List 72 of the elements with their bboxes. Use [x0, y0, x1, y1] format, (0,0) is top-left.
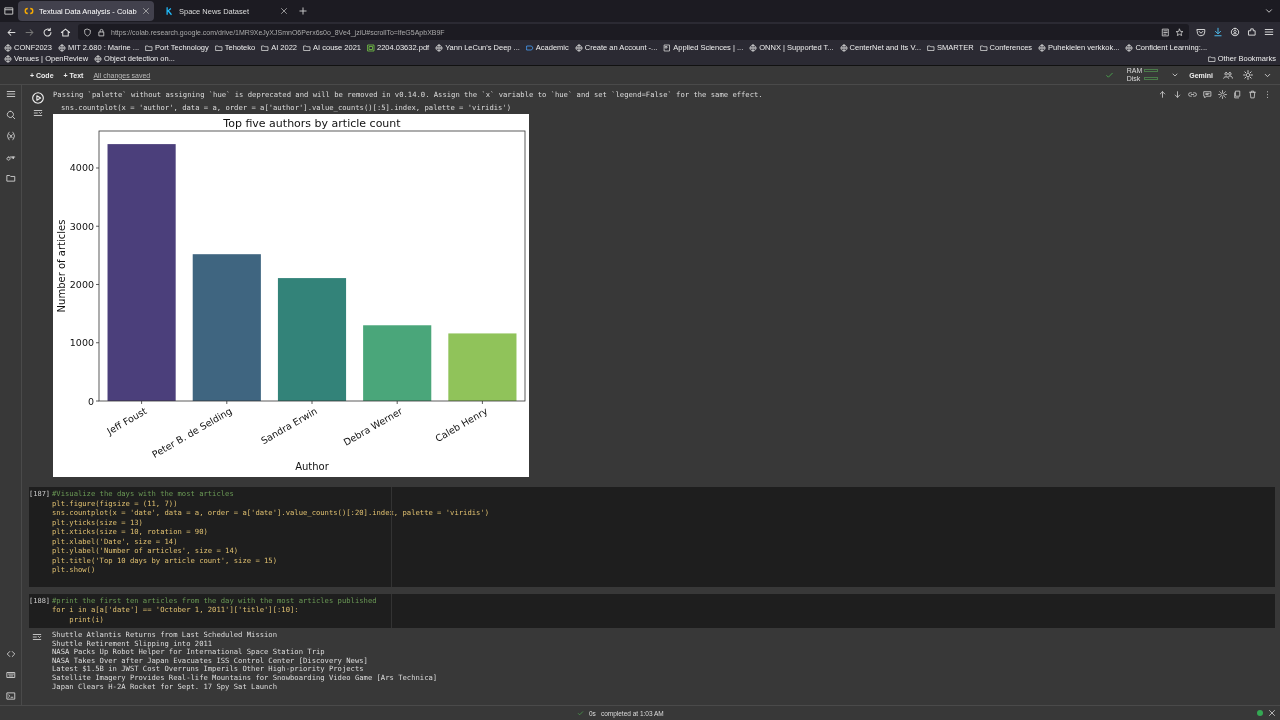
people-icon[interactable] — [1223, 70, 1233, 80]
folder-icon — [979, 44, 988, 52]
back-arrow-icon[interactable] — [6, 26, 17, 38]
home-icon[interactable] — [60, 26, 71, 38]
star-icon[interactable] — [1175, 27, 1184, 37]
y-tick-label: 0 — [87, 395, 94, 407]
folder-icon — [145, 44, 154, 52]
pocket-icon[interactable] — [1196, 27, 1206, 37]
kaggle-logo-icon — [164, 6, 174, 16]
search-icon[interactable] — [5, 110, 16, 120]
globe-icon — [4, 55, 12, 63]
folder-icon — [1207, 55, 1216, 63]
x-axis-label: Author — [295, 461, 329, 472]
tag-icon — [525, 44, 534, 52]
status-dot — [1257, 710, 1263, 716]
folder-icon — [214, 44, 223, 52]
output-toggle-icon[interactable] — [32, 108, 43, 118]
y-tick-label: 2000 — [69, 279, 94, 290]
download-icon[interactable] — [1213, 27, 1223, 37]
globe-icon — [4, 44, 12, 52]
document-icon — [367, 44, 375, 52]
up-arrow-icon[interactable] — [1158, 90, 1167, 99]
lock-icon — [97, 27, 106, 37]
terminal-icon[interactable] — [5, 691, 16, 701]
reader-icon[interactable] — [1161, 27, 1170, 37]
folder-icon[interactable] — [5, 173, 16, 183]
settings-icon[interactable] — [1218, 90, 1227, 99]
globe-icon — [94, 55, 103, 63]
comment-icon[interactable] — [1203, 90, 1212, 99]
chevron-down-icon[interactable] — [1264, 6, 1274, 16]
run-icon[interactable] — [31, 92, 44, 104]
globe-icon — [839, 44, 848, 52]
y-axis-label: Number of articles — [56, 219, 67, 313]
y-tick-label: 3000 — [69, 220, 94, 232]
code-icon[interactable] — [5, 649, 16, 659]
globe-icon — [1125, 44, 1134, 52]
globe-icon — [749, 44, 758, 52]
menu-icon[interactable] — [5, 89, 16, 99]
trash-icon[interactable] — [1248, 90, 1257, 99]
close-icon[interactable] — [141, 7, 150, 15]
copy-icon[interactable] — [1233, 90, 1242, 99]
page-icon — [663, 44, 672, 52]
code-cell[interactable] — [29, 487, 1275, 587]
down-arrow-icon[interactable] — [1173, 90, 1182, 99]
globe-icon — [1038, 44, 1047, 52]
settings-icon[interactable] — [1243, 70, 1253, 80]
folder-icon — [261, 44, 270, 52]
globe-icon — [435, 44, 444, 52]
reload-icon[interactable] — [42, 26, 53, 38]
menu-icon[interactable] — [1264, 27, 1274, 37]
bar — [448, 333, 517, 401]
shield-icon — [83, 27, 92, 37]
tabs-icon[interactable] — [4, 6, 14, 16]
globe-icon — [574, 44, 583, 52]
globe-icon — [57, 44, 66, 52]
chart-title: Top five authors by article count — [223, 117, 401, 130]
forward-arrow-icon[interactable] — [24, 26, 35, 38]
folder-icon — [303, 44, 312, 52]
y-tick-label: 4000 — [69, 162, 94, 174]
close-icon[interactable] — [280, 7, 288, 15]
y-tick-label: 1000 — [69, 337, 94, 349]
link-icon[interactable] — [1188, 90, 1197, 99]
close-icon[interactable] — [1268, 709, 1276, 717]
check-icon — [1104, 70, 1114, 80]
chevron-down-icon[interactable] — [1171, 71, 1180, 79]
plus-icon[interactable] — [298, 6, 308, 16]
check-icon — [577, 709, 584, 717]
colab-logo-icon — [24, 6, 34, 16]
account-icon[interactable] — [1230, 27, 1240, 37]
keyboard-icon[interactable] — [5, 670, 16, 680]
folder-icon — [927, 44, 935, 52]
output-toggle-icon[interactable] — [32, 632, 42, 642]
